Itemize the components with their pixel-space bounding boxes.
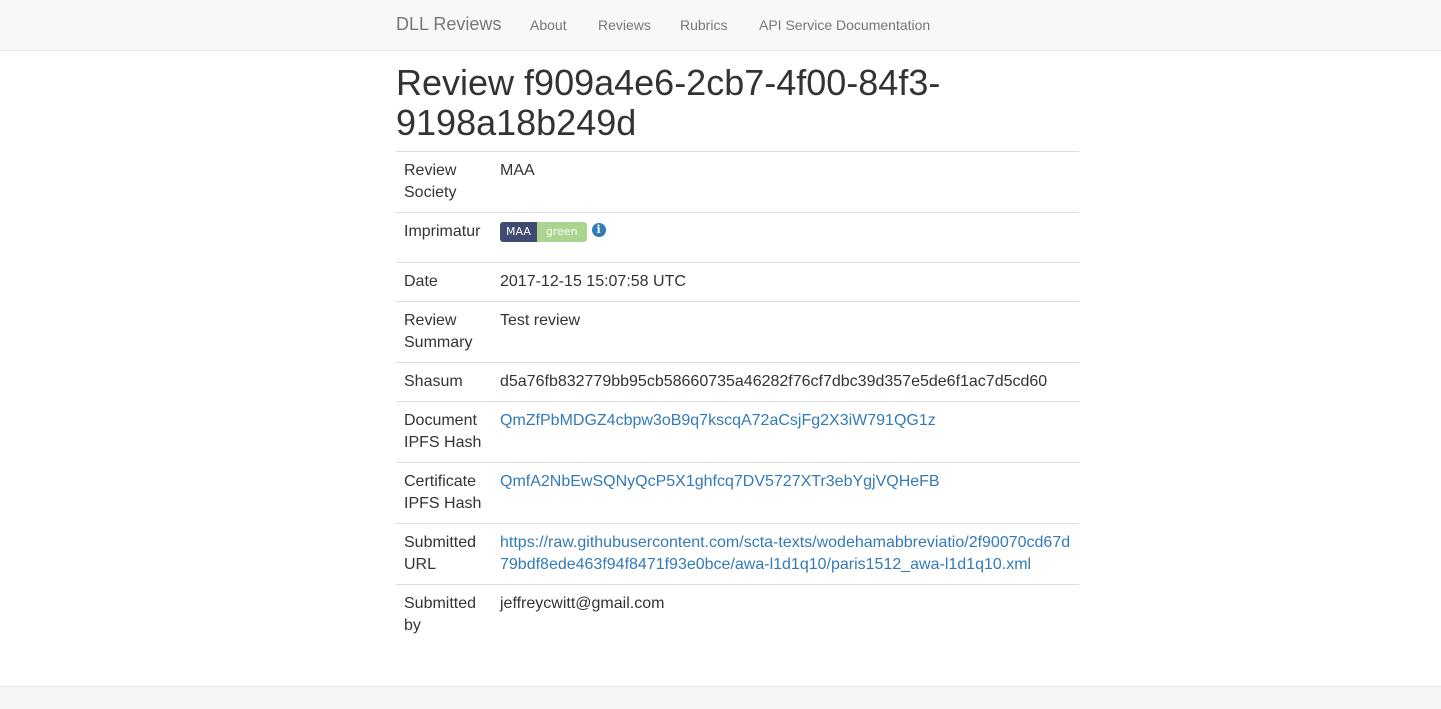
shasum-label: Shasum <box>396 362 490 402</box>
page-title: Review f909a4e6-2cb7-4f00-84f3-9198a18b2… <box>396 62 941 143</box>
review-society-label: Review Society <box>396 151 490 213</box>
document-ipfs-hash-cell: QmZfPbMDGZ4cbpw3oB9q7kscqA72aCsjFg2X3iW7… <box>490 401 1079 463</box>
certificate-ipfs-hash-label: Certificate IPFS Hash <box>396 462 490 524</box>
review-summary-value: Test review <box>490 301 1079 363</box>
table-row: Review Summary Test review <box>396 301 1079 363</box>
brand-link[interactable]: DLL Reviews <box>396 14 501 35</box>
table-row: Document IPFS Hash QmZfPbMDGZ4cbpw3oB9q7… <box>396 401 1079 463</box>
review-summary-label: Review Summary <box>396 301 490 363</box>
info-icon[interactable]: i <box>591 223 606 237</box>
nav-about-link[interactable]: About <box>530 17 567 33</box>
table-row: Submitted by jeffreycwitt@gmail.com <box>396 584 1079 645</box>
table-row: Shasum d5a76fb832779bb95cb58660735a46282… <box>396 362 1079 402</box>
date-value: 2017-12-15 15:07:58 UTC <box>490 262 1079 302</box>
shasum-value: d5a76fb832779bb95cb58660735a46282f76cf7d… <box>490 362 1079 402</box>
certificate-ipfs-hash-link[interactable]: QmfA2NbEwSQNyQcP5X1ghfcq7DV5727XTr3ebYgj… <box>500 473 940 490</box>
nav-reviews-link[interactable]: Reviews <box>598 17 651 33</box>
nav-api-docs-link[interactable]: API Service Documentation <box>759 17 930 33</box>
submitted-by-label: Submitted by <box>396 584 490 645</box>
table-row: Date 2017-12-15 15:07:58 UTC <box>396 262 1079 302</box>
submitted-by-value: jeffreycwitt@gmail.com <box>490 584 1079 645</box>
imprimatur-value: MAA green i <box>490 212 1079 263</box>
submitted-url-cell: https://raw.githubusercontent.com/scta-t… <box>490 523 1079 585</box>
badge-status: green <box>536 221 587 242</box>
table-row: Submitted URL https://raw.githubusercont… <box>396 523 1079 585</box>
submitted-url-link[interactable]: https://raw.githubusercontent.com/scta-t… <box>500 534 1070 573</box>
review-society-value: MAA <box>490 151 1079 213</box>
document-ipfs-hash-label: Document IPFS Hash <box>396 401 490 463</box>
document-ipfs-hash-link[interactable]: QmZfPbMDGZ4cbpw3oB9q7kscqA72aCsjFg2X3iW7… <box>500 412 936 429</box>
imprimatur-label: Imprimatur <box>396 212 490 263</box>
submitted-url-label: Submitted URL <box>396 523 490 585</box>
table-row: Certificate IPFS Hash QmfA2NbEwSQNyQcP5X… <box>396 462 1079 524</box>
date-label: Date <box>396 262 490 302</box>
certificate-ipfs-hash-cell: QmfA2NbEwSQNyQcP5X1ghfcq7DV5727XTr3ebYgj… <box>490 462 1079 524</box>
table-row: Imprimatur MAA green i <box>396 212 1079 263</box>
review-details-table: Review Society MAA Imprimatur MAA green … <box>396 151 1079 645</box>
table-row: Review Society MAA <box>396 151 1079 213</box>
badge-society: MAA <box>500 221 537 242</box>
nav-rubrics-link[interactable]: Rubrics <box>680 17 727 33</box>
imprimatur-badge: MAA green <box>500 221 587 242</box>
footer <box>0 686 1441 709</box>
navbar: DLL Reviews About Reviews Rubrics API Se… <box>0 0 1441 51</box>
